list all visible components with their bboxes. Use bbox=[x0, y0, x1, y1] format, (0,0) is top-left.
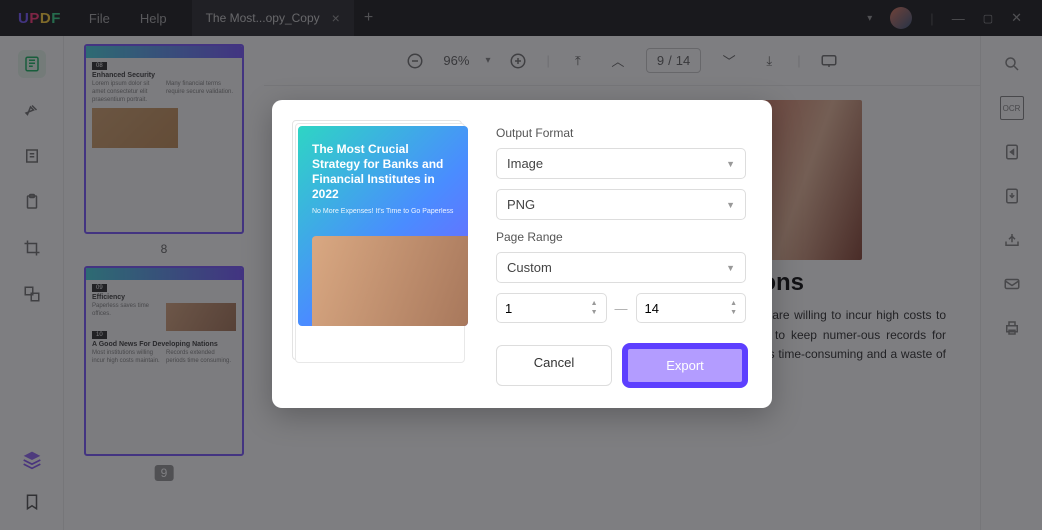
step-down-icon[interactable]: ▼ bbox=[730, 309, 737, 316]
preview-title: The Most Crucial Strategy for Banks and … bbox=[312, 142, 454, 202]
range-from-input[interactable]: ▲▼ bbox=[496, 293, 607, 323]
format-select[interactable]: Image▼ bbox=[496, 148, 746, 179]
chevron-down-icon: ▼ bbox=[726, 159, 735, 169]
cancel-button[interactable]: Cancel bbox=[496, 345, 612, 386]
chevron-down-icon: ▼ bbox=[726, 200, 735, 210]
chevron-down-icon: ▼ bbox=[726, 263, 735, 273]
range-type-select[interactable]: Custom▼ bbox=[496, 252, 746, 283]
output-format-label: Output Format bbox=[496, 126, 746, 140]
step-up-icon[interactable]: ▲ bbox=[730, 300, 737, 307]
filetype-select[interactable]: PNG▼ bbox=[496, 189, 746, 220]
range-to-input[interactable]: ▲▼ bbox=[636, 293, 747, 323]
step-up-icon[interactable]: ▲ bbox=[591, 300, 598, 307]
step-down-icon[interactable]: ▼ bbox=[591, 309, 598, 316]
export-button[interactable]: Export bbox=[624, 345, 746, 386]
page-range-label: Page Range bbox=[496, 230, 746, 244]
preview-subtitle: No More Expenses! It's Time to Go Paperl… bbox=[312, 208, 454, 215]
export-dialog: The Most Crucial Strategy for Banks and … bbox=[272, 100, 772, 408]
export-preview: The Most Crucial Strategy for Banks and … bbox=[298, 126, 468, 366]
range-separator: — bbox=[615, 301, 628, 316]
